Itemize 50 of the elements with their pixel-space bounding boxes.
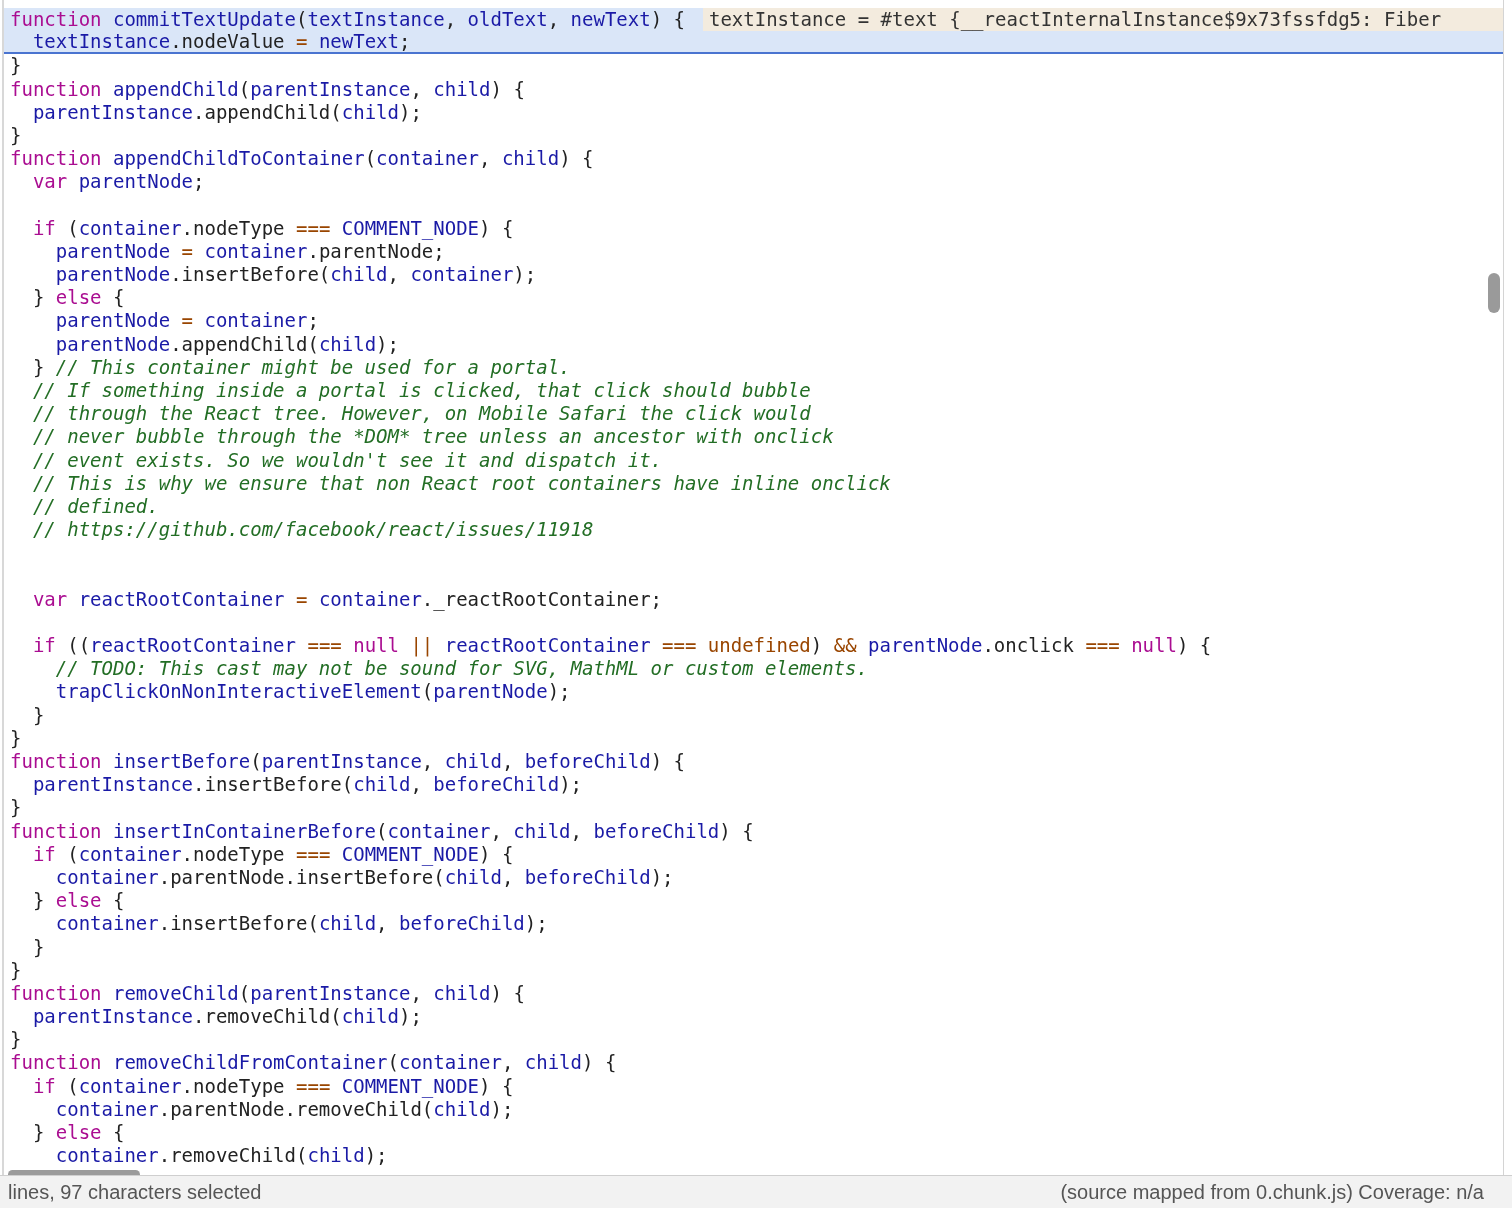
code-line: trapClickOnNonInteractiveElement(parentNode); <box>54 680 571 704</box>
code-line: parentNode = container; <box>54 309 319 333</box>
code-line: if (container.nodeType === COMMENT_NODE) { <box>31 216 514 240</box>
code-line: } <box>31 935 45 959</box>
code-line: } else { <box>31 889 125 913</box>
code-line: // This is why we ensure that non React root containers have inline onclick <box>31 471 891 495</box>
code-line: parentInstance.removeChild(child); <box>31 1005 422 1029</box>
code-line: } <box>31 703 45 727</box>
code-line: container.removeChild(child); <box>54 1144 388 1168</box>
code-line: if (container.nodeType === COMMENT_NODE) { <box>31 1074 514 1098</box>
code-line: parentNode.appendChild(child); <box>54 332 399 356</box>
code-line: // defined. <box>31 494 159 519</box>
code-line: container.insertBefore(child, beforeChild); <box>54 912 548 936</box>
code-line: } <box>10 958 22 982</box>
code-line: } else { <box>31 1121 125 1145</box>
code-line: var reactRootContainer = container._reactRootContainer; <box>31 587 663 611</box>
code-line: function appendChildToContainer(container, child) { <box>10 147 594 171</box>
code-line: } else { <box>31 286 125 310</box>
code-line: function removeChildFromContainer(container, child) { <box>10 1051 617 1075</box>
code-line: function appendChild(parentInstance, child) { <box>10 77 525 101</box>
code-line: // event exists. So we wouldn't see it and dispatch it. <box>31 448 663 472</box>
code-line: } <box>10 54 22 78</box>
code-line: function commitTextUpdate(textInstance, oldText, newText) { <box>10 8 685 32</box>
code-line: parentNode.insertBefore(child, container); <box>54 263 537 287</box>
source-status: (source mapped from 0.chunk.js) Coverage: n/a <box>1060 1180 1484 1204</box>
code-line: // https://github.com/facebook/react/issues/11918 <box>31 518 594 542</box>
code-line: if ((reactRootContainer === null || reactRootContainer === undefined) && parentNode.onclick === null) { <box>31 634 1212 658</box>
code-line: container.parentNode.insertBefore(child, beforeChild); <box>54 865 674 890</box>
code-line: parentNode = container.parentNode; <box>54 239 445 264</box>
code-line: textInstance.nodeValue = newText; <box>31 30 411 54</box>
code-line: // TODO: This cast may not be sound for SVG, MathML or custom elements. <box>54 657 868 681</box>
code-line: parentInstance.appendChild(child); <box>31 100 422 124</box>
code-line: } // This container might be used for a portal. <box>31 355 571 379</box>
inline-value: textInstance = #text {__reactInternalInstance$9x73fssfdg5: Fiber <box>703 8 1503 32</box>
code-line: // If something inside a portal is clicked, that click should bubble <box>31 379 811 403</box>
code-line: container.parentNode.removeChild(child); <box>54 1097 514 1121</box>
code-line: function insertBefore(parentInstance, child, beforeChild) { <box>10 750 685 774</box>
code-line: if (container.nodeType === COMMENT_NODE) { <box>31 842 514 866</box>
code-line: function removeChild(parentInstance, child) { <box>10 981 525 1006</box>
code-line: // through the React tree. However, on Mobile Safari the click would <box>31 402 811 426</box>
code-line: } <box>10 123 22 148</box>
code-line: // never bubble through the *DOM* tree unless an ancestor with onclick <box>31 425 834 449</box>
code-line: } <box>10 726 22 750</box>
code-line: parentInstance.insertBefore(child, beforeChild); <box>31 773 582 797</box>
code-line: } <box>10 796 22 820</box>
code-line: var parentNode; <box>31 170 205 194</box>
scrollbar-thumb[interactable] <box>1488 273 1500 313</box>
selection-status: lines, 97 characters selected <box>8 1180 262 1204</box>
code-line: function insertInContainerBefore(container, child, beforeChild) { <box>10 819 754 843</box>
code-line: } <box>10 1028 22 1052</box>
